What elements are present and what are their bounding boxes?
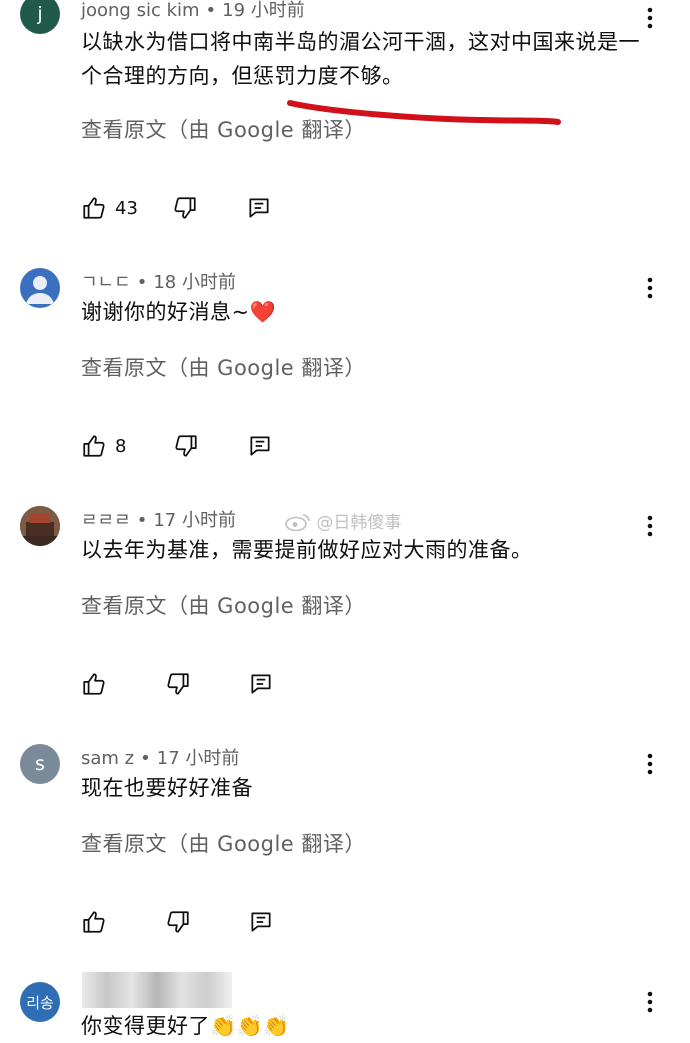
more-options-icon[interactable] — [636, 988, 664, 1016]
reply-icon[interactable] — [246, 195, 272, 221]
blurred-username — [82, 972, 232, 1008]
reply-icon[interactable] — [248, 671, 274, 697]
reply-icon[interactable] — [247, 433, 273, 459]
like-icon[interactable] — [81, 433, 107, 459]
separator-dot: • — [140, 748, 151, 769]
comment-meta: ㄱㄴㄷ • 18 小时前 — [81, 268, 236, 294]
see-original-link[interactable]: 查看原文（由 Google 翻译） — [81, 590, 366, 620]
separator-dot: • — [136, 510, 148, 531]
comment-author[interactable]: ㄱㄴㄷ — [81, 272, 131, 293]
watermark-text: @日韩傻事 — [316, 513, 402, 533]
reply-icon[interactable] — [248, 909, 274, 935]
like-count: 8 — [115, 435, 127, 457]
see-original-link[interactable]: 查看原文（由 Google 翻译） — [81, 352, 366, 382]
comment-text: 以去年为基准，需要提前做好应对大雨的准备。 — [81, 538, 533, 562]
more-options-icon[interactable] — [636, 512, 664, 540]
comment-time[interactable]: 17 小时前 — [153, 510, 236, 531]
comment-time[interactable]: 18 小时前 — [153, 272, 236, 293]
separator-dot: • — [136, 272, 148, 293]
watermark: @日韩傻事 — [285, 508, 401, 533]
avatar[interactable]: s — [20, 744, 60, 784]
weibo-icon — [285, 514, 310, 532]
avatar[interactable] — [20, 268, 60, 308]
default-user-icon — [26, 276, 54, 304]
comment-actions — [81, 907, 274, 937]
see-original-link[interactable]: 查看原文（由 Google 翻译） — [81, 828, 366, 858]
red-underline-annotation — [287, 100, 561, 125]
comment-actions: 8 — [81, 431, 273, 461]
more-options-icon[interactable] — [636, 750, 664, 778]
like-icon[interactable] — [81, 671, 107, 697]
comment-actions: 43 — [81, 193, 272, 223]
comment-text: 谢谢你的好消息~❤️ — [81, 300, 277, 324]
dislike-icon[interactable] — [165, 909, 191, 935]
comment-meta: sam z • 17 小时前 — [81, 744, 239, 770]
avatar[interactable] — [20, 506, 60, 546]
comment-time[interactable]: 17 小时前 — [157, 748, 240, 769]
comment-author[interactable]: sam z — [81, 748, 134, 769]
avatar[interactable]: 리송 — [20, 982, 60, 1022]
comment-author[interactable]: ㄹㄹㄹ — [81, 510, 131, 531]
more-options-icon[interactable] — [636, 274, 664, 302]
dislike-icon[interactable] — [165, 671, 191, 697]
dislike-icon[interactable] — [172, 195, 198, 221]
comment-actions — [81, 669, 274, 699]
photo-avatar-icon — [20, 506, 60, 546]
like-count: 43 — [115, 197, 138, 219]
comment-meta: ㄹㄹㄹ • 17 小时前 — [81, 506, 236, 532]
comment-text: 现在也要好好准备 — [81, 776, 253, 800]
like-icon[interactable] — [81, 195, 107, 221]
dislike-icon[interactable] — [173, 433, 199, 459]
like-icon[interactable] — [81, 909, 107, 935]
